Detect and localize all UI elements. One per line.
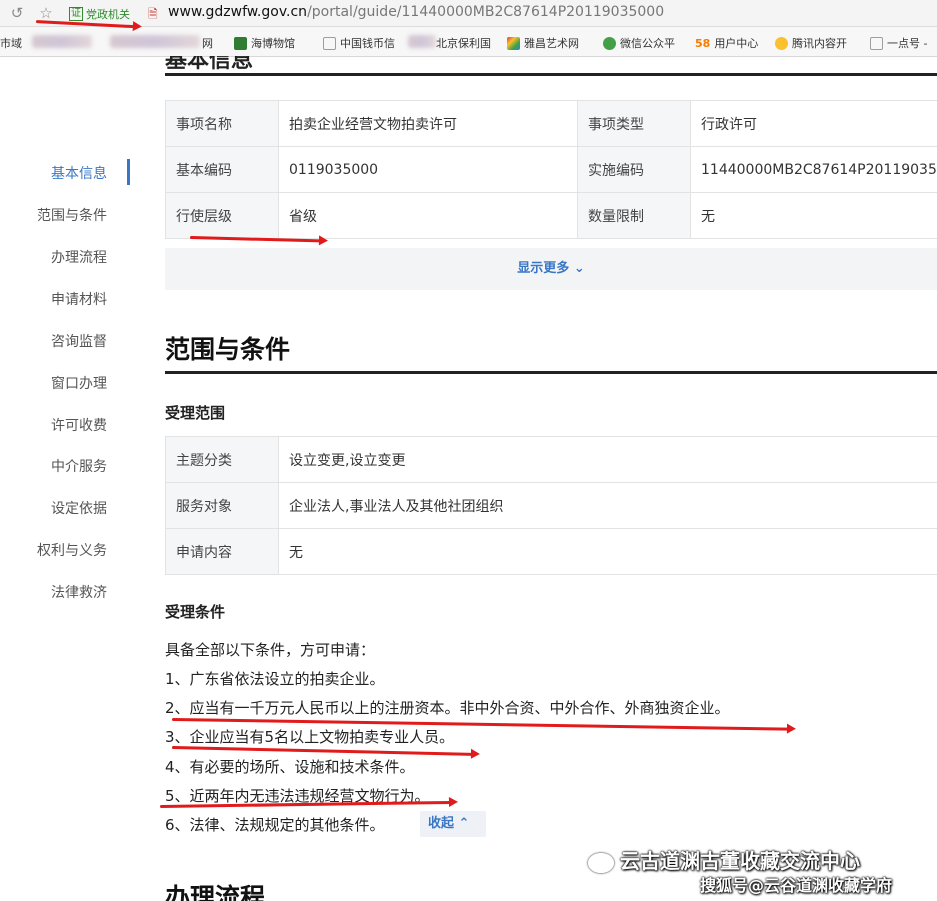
bookmark-label: 海博物馆	[251, 37, 295, 50]
table-label: 基本编码	[165, 146, 279, 193]
bookmark-label: 北京保利国	[436, 37, 491, 50]
condition-item: 1、广东省依法设立的拍卖企业。	[165, 670, 385, 688]
bookmark-label: 网	[202, 37, 213, 50]
table-row: 申请内容 无	[165, 528, 937, 575]
url-field[interactable]: www.gdzwfw.gov.cn/portal/guide/11440000M…	[168, 4, 664, 20]
bookmark-label: 市域	[0, 37, 22, 50]
blurred-bookmark	[110, 35, 200, 48]
table-label: 实施编码	[577, 146, 691, 193]
annotation-stroke	[171, 746, 474, 756]
nav-item-basic-info[interactable]: 基本信息	[51, 163, 107, 183]
url-host: www.gdzwfw.gov.cn	[168, 4, 308, 20]
bookmark-label: 微信公众平	[620, 37, 675, 50]
url-path: /portal/guide/11440000MB2C87614P20119035…	[307, 4, 665, 20]
artron-icon	[507, 36, 520, 50]
page-icon	[323, 36, 336, 50]
wechat-icon	[588, 852, 614, 873]
page-icon: 🗎	[148, 7, 158, 21]
condition-item: 4、有必要的场所、设施和技术条件。	[165, 758, 415, 776]
wechat-icon	[603, 36, 616, 50]
table-row: 主题分类 设立变更,设立变更	[165, 436, 937, 483]
table-value: 无	[690, 192, 937, 239]
back-icon[interactable]: ↺	[8, 4, 26, 22]
table-label: 申请内容	[165, 528, 279, 575]
table-value: 11440000MB2C87614P20119035000	[690, 146, 937, 193]
nav-item-consult[interactable]: 咨询监督	[51, 331, 107, 351]
table-value: 企业法人,事业法人及其他社团组织	[278, 482, 937, 529]
bookmark-item[interactable]: 雅昌艺术网	[507, 35, 579, 51]
bookmark-item[interactable]: 网	[202, 35, 213, 51]
cert-mark-icon: 证	[69, 6, 83, 21]
bookmark-item[interactable]: 市域	[0, 35, 22, 51]
section-divider	[165, 73, 937, 76]
cert-badge[interactable]: 证 党政机关	[69, 4, 130, 23]
nav-item-window[interactable]: 窗口办理	[51, 373, 107, 393]
tencent-icon	[775, 36, 788, 50]
nav-item-scope[interactable]: 范围与条件	[37, 205, 107, 225]
table-row: 行使层级 省级 数量限制 无	[165, 192, 937, 239]
table-label: 服务对象	[165, 482, 279, 529]
condition-item: 2、应当有一千万元人民币以上的注册资本。非中外合资、中外合作、外商独资企业。	[165, 699, 730, 717]
table-label: 行使层级	[165, 192, 279, 239]
collapse-button[interactable]: 收起 ⌃	[420, 811, 486, 837]
table-value: 拍卖企业经营文物拍卖许可	[278, 100, 578, 147]
watermark-line2: 搜狐号@云谷道渊收藏学府	[700, 876, 893, 895]
watermark-text: 云古道渊古董收藏交流中心	[620, 849, 860, 873]
section-divider	[165, 371, 937, 374]
blurred-bookmark	[32, 35, 92, 48]
chevron-up-icon: ⌃	[458, 816, 470, 831]
page-icon	[870, 36, 883, 50]
bookmark-label: 中国钱币信	[340, 37, 395, 50]
nav-item-agency[interactable]: 中介服务	[51, 456, 107, 476]
show-more-button[interactable]: 显示更多 ⌄	[165, 248, 937, 290]
condition-item: 3、企业应当有5名以上文物拍卖专业人员。	[165, 728, 455, 746]
table-row: 基本编码 0119035000 实施编码 11440000MB2C87614P2…	[165, 146, 937, 193]
table-value: 行政许可	[690, 100, 937, 147]
nav-item-materials[interactable]: 申请材料	[51, 289, 107, 309]
collapse-label: 收起	[428, 816, 455, 831]
bookmark-label: 一点号 -	[887, 37, 928, 50]
range-title: 受理范围	[165, 404, 226, 422]
table-value: 无	[278, 528, 937, 575]
nav-item-rights[interactable]: 权利与义务	[37, 540, 107, 560]
nav-item-process[interactable]: 办理流程	[51, 247, 107, 267]
watermark-line1: 云古道渊古董收藏交流中心	[588, 845, 860, 874]
section-title-scope: 范围与条件	[165, 335, 291, 364]
nav-item-fees[interactable]: 许可收费	[51, 415, 107, 435]
bookmark-item[interactable]: 海博物馆	[234, 35, 295, 51]
table-label: 事项名称	[165, 100, 279, 147]
leaf-icon	[234, 36, 247, 50]
bookmark-item[interactable]: 微信公众平	[603, 35, 675, 51]
bookmark-item[interactable]: 一点号 -	[870, 35, 927, 51]
bookmark-item[interactable]: 中国钱币信	[323, 35, 395, 51]
section-title-process: 办理流程	[165, 883, 266, 901]
bookmark-item[interactable]: 58 用户中心	[695, 35, 758, 51]
table-row: 服务对象 企业法人,事业法人及其他社团组织	[165, 482, 937, 529]
show-more-label: 显示更多	[517, 261, 570, 276]
table-value: 设立变更,设立变更	[278, 436, 937, 483]
bookmark-item[interactable]: 腾讯内容开	[775, 35, 847, 51]
bookmark-label: 雅昌艺术网	[524, 37, 579, 50]
nav-item-basis[interactable]: 设定依据	[51, 498, 107, 518]
bookmark-label: 腾讯内容开	[792, 37, 847, 50]
58-icon: 58	[695, 36, 711, 50]
table-row: 事项名称 拍卖企业经营文物拍卖许可 事项类型 行政许可	[165, 100, 937, 147]
nav-active-indicator	[127, 159, 130, 185]
table-value: 0119035000	[278, 146, 578, 193]
cert-label: 党政机关	[86, 7, 130, 21]
basic-info-table: 事项名称 拍卖企业经营文物拍卖许可 事项类型 行政许可 基本编码 0119035…	[165, 100, 937, 239]
table-label: 事项类型	[577, 100, 691, 147]
table-label: 主题分类	[165, 436, 279, 483]
condition-item: 6、法律、法规规定的其他条件。	[165, 816, 385, 834]
bookmark-label: 用户中心	[714, 37, 759, 50]
conditions-title: 受理条件	[165, 603, 226, 621]
table-value: 省级	[278, 192, 578, 239]
conditions-intro: 具备全部以下条件，方可申请：	[165, 641, 376, 659]
scope-table: 主题分类 设立变更,设立变更 服务对象 企业法人,事业法人及其他社团组织 申请内…	[165, 436, 937, 575]
nav-item-remedy[interactable]: 法律救济	[51, 582, 107, 602]
chevron-down-icon: ⌄	[573, 261, 585, 276]
table-label: 数量限制	[577, 192, 691, 239]
bookmark-item[interactable]: 北京保利国	[436, 35, 491, 51]
blurred-bookmark	[408, 35, 436, 48]
